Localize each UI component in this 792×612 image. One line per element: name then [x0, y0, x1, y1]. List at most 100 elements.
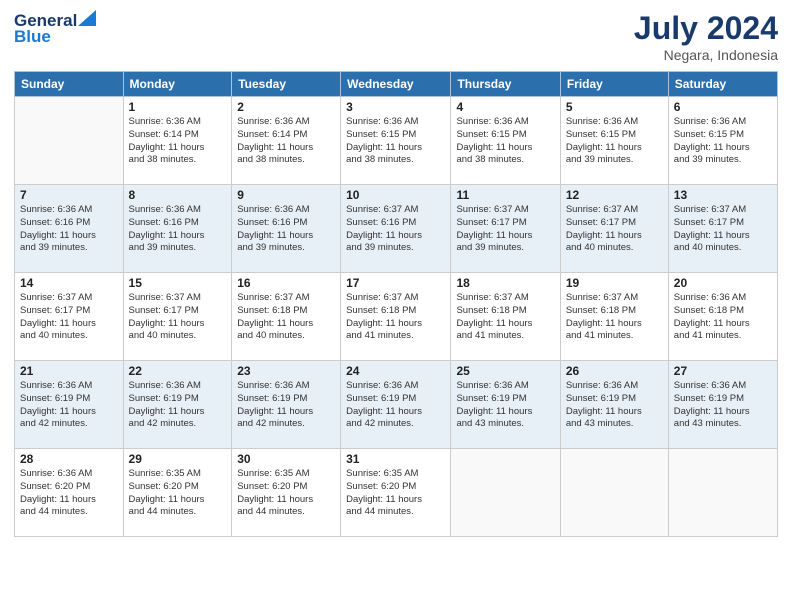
calendar-cell: 8 Sunrise: 6:36 AM Sunset: 6:16 PM Daylig… [123, 185, 232, 273]
calendar-row-5: 28 Sunrise: 6:36 AM Sunset: 6:20 PM Dayli… [15, 449, 778, 537]
calendar-cell: 28 Sunrise: 6:36 AM Sunset: 6:20 PM Dayli… [15, 449, 124, 537]
logo: General Blue [14, 10, 96, 47]
calendar-cell: 5 Sunrise: 6:36 AM Sunset: 6:15 PM Daylig… [560, 97, 668, 185]
calendar-cell: 7Sunrise: 6:36 AM Sunset: 6:16 PM Daylig… [15, 185, 124, 273]
day-info: Sunrise: 6:37 AM Sunset: 6:17 PM Dayligh… [129, 292, 227, 343]
th-wednesday: Wednesday [341, 72, 451, 97]
day-number: 26 [566, 364, 663, 378]
calendar-container: General Blue July 2024 Negara, Indonesia… [0, 0, 792, 612]
calendar-cell: 20Sunrise: 6:36 AM Sunset: 6:18 PM Dayli… [668, 273, 777, 361]
day-info: Sunrise: 6:37 AM Sunset: 6:18 PM Dayligh… [566, 292, 663, 343]
calendar-cell: 17 Sunrise: 6:37 AM Sunset: 6:18 PM Dayli… [341, 273, 451, 361]
day-info: Sunrise: 6:36 AM Sunset: 6:19 PM Dayligh… [456, 380, 554, 431]
day-info: Sunrise: 6:37 AM Sunset: 6:16 PM Dayligh… [346, 204, 445, 255]
day-info: Sunrise: 6:37 AM Sunset: 6:18 PM Dayligh… [346, 292, 445, 343]
day-info: Sunrise: 6:35 AM Sunset: 6:20 PM Dayligh… [129, 468, 227, 519]
day-number: 23 [237, 364, 335, 378]
day-info: Sunrise: 6:36 AM Sunset: 6:14 PM Dayligh… [129, 116, 227, 167]
calendar-cell: 27 Sunrise: 6:36 AM Sunset: 6:19 PM Dayli… [668, 361, 777, 449]
calendar-cell [451, 449, 560, 537]
day-number: 29 [129, 452, 227, 466]
calendar-cell: 9 Sunrise: 6:36 AM Sunset: 6:16 PM Daylig… [232, 185, 341, 273]
calendar-cell: 30Sunrise: 6:35 AM Sunset: 6:20 PM Dayli… [232, 449, 341, 537]
day-info: Sunrise: 6:36 AM Sunset: 6:15 PM Dayligh… [674, 116, 772, 167]
day-number: 1 [129, 100, 227, 114]
calendar-cell: 25 Sunrise: 6:36 AM Sunset: 6:19 PM Dayli… [451, 361, 560, 449]
calendar-cell: 6Sunrise: 6:36 AM Sunset: 6:15 PM Daylig… [668, 97, 777, 185]
th-thursday: Thursday [451, 72, 560, 97]
day-number: 27 [674, 364, 772, 378]
day-number: 18 [456, 276, 554, 290]
calendar-cell [668, 449, 777, 537]
calendar-cell: 21 Sunrise: 6:36 AM Sunset: 6:19 PM Dayli… [15, 361, 124, 449]
calendar-cell: 31 Sunrise: 6:35 AM Sunset: 6:20 PM Dayli… [341, 449, 451, 537]
day-number: 28 [20, 452, 118, 466]
day-info: Sunrise: 6:36 AM Sunset: 6:19 PM Dayligh… [20, 380, 118, 431]
month-title: July 2024 [634, 10, 778, 47]
day-info: Sunrise: 6:36 AM Sunset: 6:15 PM Dayligh… [566, 116, 663, 167]
calendar-table: Sunday Monday Tuesday Wednesday Thursday… [14, 71, 778, 537]
calendar-cell: 29 Sunrise: 6:35 AM Sunset: 6:20 PM Dayli… [123, 449, 232, 537]
calendar-cell: 26 Sunrise: 6:36 AM Sunset: 6:19 PM Dayli… [560, 361, 668, 449]
day-number: 21 [20, 364, 118, 378]
th-friday: Friday [560, 72, 668, 97]
calendar-cell: 19 Sunrise: 6:37 AM Sunset: 6:18 PM Dayli… [560, 273, 668, 361]
calendar-row-1: 1 Sunrise: 6:36 AM Sunset: 6:14 PM Daylig… [15, 97, 778, 185]
calendar-cell: 4 Sunrise: 6:36 AM Sunset: 6:15 PM Daylig… [451, 97, 560, 185]
day-info: Sunrise: 6:36 AM Sunset: 6:19 PM Dayligh… [237, 380, 335, 431]
calendar-cell: 14 Sunrise: 6:37 AM Sunset: 6:17 PM Dayli… [15, 273, 124, 361]
calendar-cell: 10 Sunrise: 6:37 AM Sunset: 6:16 PM Dayli… [341, 185, 451, 273]
calendar-cell: 24Sunrise: 6:36 AM Sunset: 6:19 PM Dayli… [341, 361, 451, 449]
day-info: Sunrise: 6:37 AM Sunset: 6:17 PM Dayligh… [20, 292, 118, 343]
calendar-cell: 23 Sunrise: 6:36 AM Sunset: 6:19 PM Dayli… [232, 361, 341, 449]
day-number: 25 [456, 364, 554, 378]
day-number: 19 [566, 276, 663, 290]
th-sunday: Sunday [15, 72, 124, 97]
day-info: Sunrise: 6:36 AM Sunset: 6:15 PM Dayligh… [346, 116, 445, 167]
day-info: Sunrise: 6:37 AM Sunset: 6:17 PM Dayligh… [566, 204, 663, 255]
day-number: 3 [346, 100, 445, 114]
day-number: 15 [129, 276, 227, 290]
day-number: 14 [20, 276, 118, 290]
calendar-cell: 12Sunrise: 6:37 AM Sunset: 6:17 PM Dayli… [560, 185, 668, 273]
day-info: Sunrise: 6:37 AM Sunset: 6:18 PM Dayligh… [237, 292, 335, 343]
day-number: 5 [566, 100, 663, 114]
day-info: Sunrise: 6:36 AM Sunset: 6:16 PM Dayligh… [129, 204, 227, 255]
location-subtitle: Negara, Indonesia [634, 47, 778, 63]
day-number: 16 [237, 276, 335, 290]
calendar-cell: 1 Sunrise: 6:36 AM Sunset: 6:14 PM Daylig… [123, 97, 232, 185]
day-info: Sunrise: 6:36 AM Sunset: 6:20 PM Dayligh… [20, 468, 118, 519]
logo-blue: Blue [14, 27, 51, 47]
day-info: Sunrise: 6:36 AM Sunset: 6:16 PM Dayligh… [20, 204, 118, 255]
calendar-cell [15, 97, 124, 185]
calendar-cell: 16 Sunrise: 6:37 AM Sunset: 6:18 PM Dayli… [232, 273, 341, 361]
day-info: Sunrise: 6:36 AM Sunset: 6:19 PM Dayligh… [566, 380, 663, 431]
title-section: July 2024 Negara, Indonesia [634, 10, 778, 63]
day-number: 20 [674, 276, 772, 290]
day-number: 4 [456, 100, 554, 114]
day-info: Sunrise: 6:35 AM Sunset: 6:20 PM Dayligh… [346, 468, 445, 519]
calendar-cell: 11Sunrise: 6:37 AM Sunset: 6:17 PM Dayli… [451, 185, 560, 273]
day-number: 8 [129, 188, 227, 202]
calendar-cell: 18Sunrise: 6:37 AM Sunset: 6:18 PM Dayli… [451, 273, 560, 361]
logo-icon [78, 10, 96, 26]
day-info: Sunrise: 6:35 AM Sunset: 6:20 PM Dayligh… [237, 468, 335, 519]
day-number: 10 [346, 188, 445, 202]
day-info: Sunrise: 6:36 AM Sunset: 6:19 PM Dayligh… [674, 380, 772, 431]
day-info: Sunrise: 6:36 AM Sunset: 6:15 PM Dayligh… [456, 116, 554, 167]
day-number: 13 [674, 188, 772, 202]
calendar-row-4: 21 Sunrise: 6:36 AM Sunset: 6:19 PM Dayli… [15, 361, 778, 449]
day-info: Sunrise: 6:36 AM Sunset: 6:19 PM Dayligh… [129, 380, 227, 431]
day-number: 2 [237, 100, 335, 114]
day-info: Sunrise: 6:36 AM Sunset: 6:16 PM Dayligh… [237, 204, 335, 255]
day-number: 22 [129, 364, 227, 378]
calendar-cell: 13Sunrise: 6:37 AM Sunset: 6:17 PM Dayli… [668, 185, 777, 273]
day-number: 17 [346, 276, 445, 290]
th-tuesday: Tuesday [232, 72, 341, 97]
day-number: 31 [346, 452, 445, 466]
day-number: 9 [237, 188, 335, 202]
calendar-header-row: Sunday Monday Tuesday Wednesday Thursday… [15, 72, 778, 97]
th-saturday: Saturday [668, 72, 777, 97]
day-info: Sunrise: 6:36 AM Sunset: 6:14 PM Dayligh… [237, 116, 335, 167]
calendar-cell: 22 Sunrise: 6:36 AM Sunset: 6:19 PM Dayli… [123, 361, 232, 449]
